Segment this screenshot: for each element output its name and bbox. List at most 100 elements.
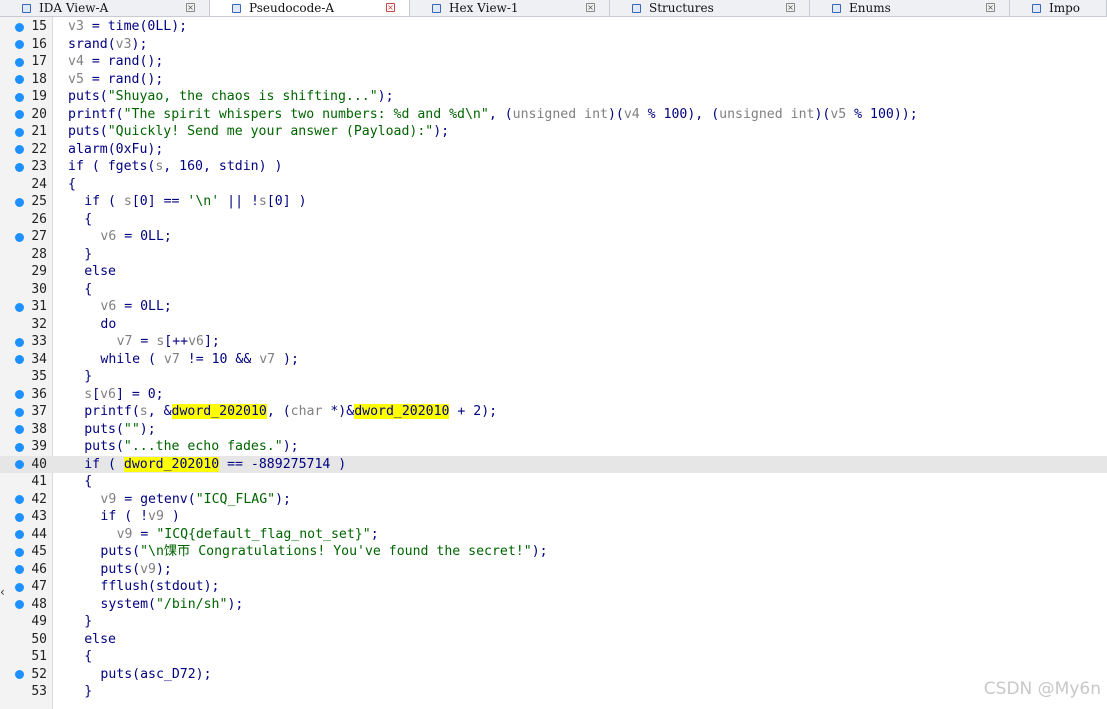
line-number: 35 xyxy=(31,369,47,384)
tab-structures[interactable]: Structures × xyxy=(610,0,810,16)
code-text: do xyxy=(100,316,117,332)
tab-pseudocode-a[interactable]: Pseudocode-A × xyxy=(210,0,410,16)
code-line[interactable]: 16 srand(v3); xyxy=(0,36,1107,54)
line-number: 28 xyxy=(31,246,47,262)
code-text: { xyxy=(68,176,76,192)
code-text: v7 = s[++v6]; xyxy=(116,334,220,349)
code-line[interactable]: 24 { xyxy=(0,176,1107,194)
line-number: 53 xyxy=(31,684,47,699)
tab-ida-view-a[interactable]: IDA View-A × xyxy=(0,0,210,16)
code-line[interactable]: 23 if ( fgets(s, 160, stdin) ) xyxy=(0,158,1107,176)
code-line[interactable]: 31 v6 = 0LL; xyxy=(0,298,1107,316)
line-number: 20 xyxy=(31,106,47,122)
code-text: puts(v9); xyxy=(100,561,172,577)
line-number: 50 xyxy=(31,631,47,647)
watermark: CSDN @My6n xyxy=(983,679,1101,699)
code-text: fflush(stdout); xyxy=(100,579,220,594)
code-line[interactable]: 51 { xyxy=(0,648,1107,666)
code-line[interactable]: 20 printf("The spirit whispers two number… xyxy=(0,106,1107,124)
pseudocode-icon xyxy=(232,3,241,13)
code-text: if ( s[0] == '\n' || !s[0] ) xyxy=(84,194,307,209)
code-line[interactable]: 21 puts("Quickly! Send me your answer (Pa… xyxy=(0,123,1107,141)
code-line[interactable]: 17 v4 = rand(); xyxy=(0,53,1107,71)
code-line[interactable]: 49} xyxy=(0,613,1107,631)
close-icon[interactable]: × xyxy=(586,3,595,12)
line-number: 39 xyxy=(31,439,47,454)
tab-enums[interactable]: Enums × xyxy=(810,0,1010,16)
code-line[interactable]: 52 puts(asc_D72); xyxy=(0,666,1107,684)
code-line[interactable]: 30 { xyxy=(0,281,1107,299)
line-number: 41 xyxy=(31,474,47,489)
code-text: printf("The spirit whispers two numbers:… xyxy=(68,106,918,122)
code-line[interactable]: 36 s[v6] = 0; xyxy=(0,386,1107,404)
code-line[interactable]: 42 v9 = getenv("ICQ_FLAG"); xyxy=(0,491,1107,509)
code-text: printf(s, &dword_202010, (char *)&dword_… xyxy=(84,404,498,419)
line-number: 52 xyxy=(31,666,47,682)
code-line[interactable]: 29 else xyxy=(0,263,1107,281)
line-number: 43 xyxy=(31,509,47,524)
code-line[interactable]: 41 { xyxy=(0,473,1107,491)
code-line[interactable]: 18 v5 = rand(); xyxy=(0,71,1107,89)
code-text: } xyxy=(84,369,93,384)
tab-hex-view-1[interactable]: Hex View-1 × xyxy=(410,0,610,16)
code-line[interactable]: 35} xyxy=(0,368,1107,386)
code-text: v9 = "ICQ{default_flag_not_set}"; xyxy=(116,526,379,542)
code-text: v9 = getenv("ICQ_FLAG"); xyxy=(100,491,291,507)
code-line[interactable]: 38 puts(""); xyxy=(0,421,1107,439)
close-icon[interactable]: × xyxy=(986,3,995,12)
code-line[interactable]: 39 puts("...the echo fades."); xyxy=(0,438,1107,456)
code-text: } xyxy=(84,684,93,699)
code-line[interactable]: 45 puts("\n馃帀 Congratulations! You've fou… xyxy=(0,543,1107,561)
line-number: 33 xyxy=(31,334,47,349)
tab-label: Enums xyxy=(849,1,891,15)
line-number: 21 xyxy=(31,124,47,139)
code-line[interactable]: 26 { xyxy=(0,211,1107,229)
line-number: 29 xyxy=(31,264,47,279)
code-line[interactable]: 19 puts("Shuyao, the chaos is shifting...… xyxy=(0,88,1107,106)
code-text: puts("...the echo fades."); xyxy=(84,439,299,454)
code-line[interactable]: 32 do xyxy=(0,316,1107,334)
code-text: s[v6] = 0; xyxy=(84,386,164,402)
code-line[interactable]: 34 while ( v7 != 10 && v7 ); xyxy=(0,351,1107,369)
code-line[interactable]: 47 fflush(stdout); xyxy=(0,578,1107,596)
line-number: 22 xyxy=(31,141,47,157)
line-number: 19 xyxy=(31,89,47,104)
line-number: 23 xyxy=(31,159,47,174)
line-number: 24 xyxy=(31,176,47,192)
graph-icon xyxy=(22,3,31,13)
code-line[interactable]: 25 if ( s[0] == '\n' || !s[0] ) xyxy=(0,193,1107,211)
code-text: puts("Quickly! Send me your answer (Payl… xyxy=(68,124,450,139)
code-line[interactable]: 15 v3 = time(0LL); xyxy=(0,18,1107,36)
close-icon[interactable]: × xyxy=(786,3,795,12)
line-number: 26 xyxy=(31,211,47,227)
tab-impo[interactable]: Impo xyxy=(1010,0,1107,16)
code-text: v6 = 0LL; xyxy=(100,299,172,314)
code-text: { xyxy=(84,649,93,664)
tab-label: IDA View-A xyxy=(39,1,109,15)
code-line[interactable]: 28} xyxy=(0,246,1107,264)
code-text: if ( fgets(s, 160, stdin) ) xyxy=(68,159,283,174)
code-text: { xyxy=(84,281,93,297)
line-number: 48 xyxy=(31,596,47,612)
code-text: v4 = rand(); xyxy=(68,54,164,69)
code-line[interactable]: 27 v6 = 0LL; xyxy=(0,228,1107,246)
code-line[interactable]: 43 if ( !v9 ) xyxy=(0,508,1107,526)
line-number: 27 xyxy=(31,229,47,244)
code-text: puts(asc_D72); xyxy=(100,666,212,682)
close-icon[interactable]: × xyxy=(186,3,195,12)
code-line[interactable]: 40 if ( dword_202010 == -889275714 ) xyxy=(0,455,1107,473)
code-line[interactable]: 50 else xyxy=(0,631,1107,649)
line-number: 45 xyxy=(31,544,47,559)
code-line[interactable]: 22 alarm(0xFu); xyxy=(0,141,1107,159)
code-line[interactable]: 53} xyxy=(0,683,1107,701)
close-icon[interactable]: × xyxy=(386,3,395,12)
code-line[interactable]: 48 system("/bin/sh"); xyxy=(0,596,1107,614)
code-text: } xyxy=(84,614,93,629)
code-line[interactable]: 46 puts(v9); xyxy=(0,561,1107,579)
code-text: { xyxy=(84,474,93,489)
code-text: srand(v3); xyxy=(68,36,148,52)
code-line[interactable]: 44 v9 = "ICQ{default_flag_not_set}"; xyxy=(0,526,1107,544)
code-line[interactable]: 37 printf(s, &dword_202010, (char *)&dwor… xyxy=(0,403,1107,421)
code-line[interactable]: 33 v7 = s[++v6]; xyxy=(0,333,1107,351)
code-text: puts("\n馃帀 Congratulations! You've found… xyxy=(100,544,548,559)
